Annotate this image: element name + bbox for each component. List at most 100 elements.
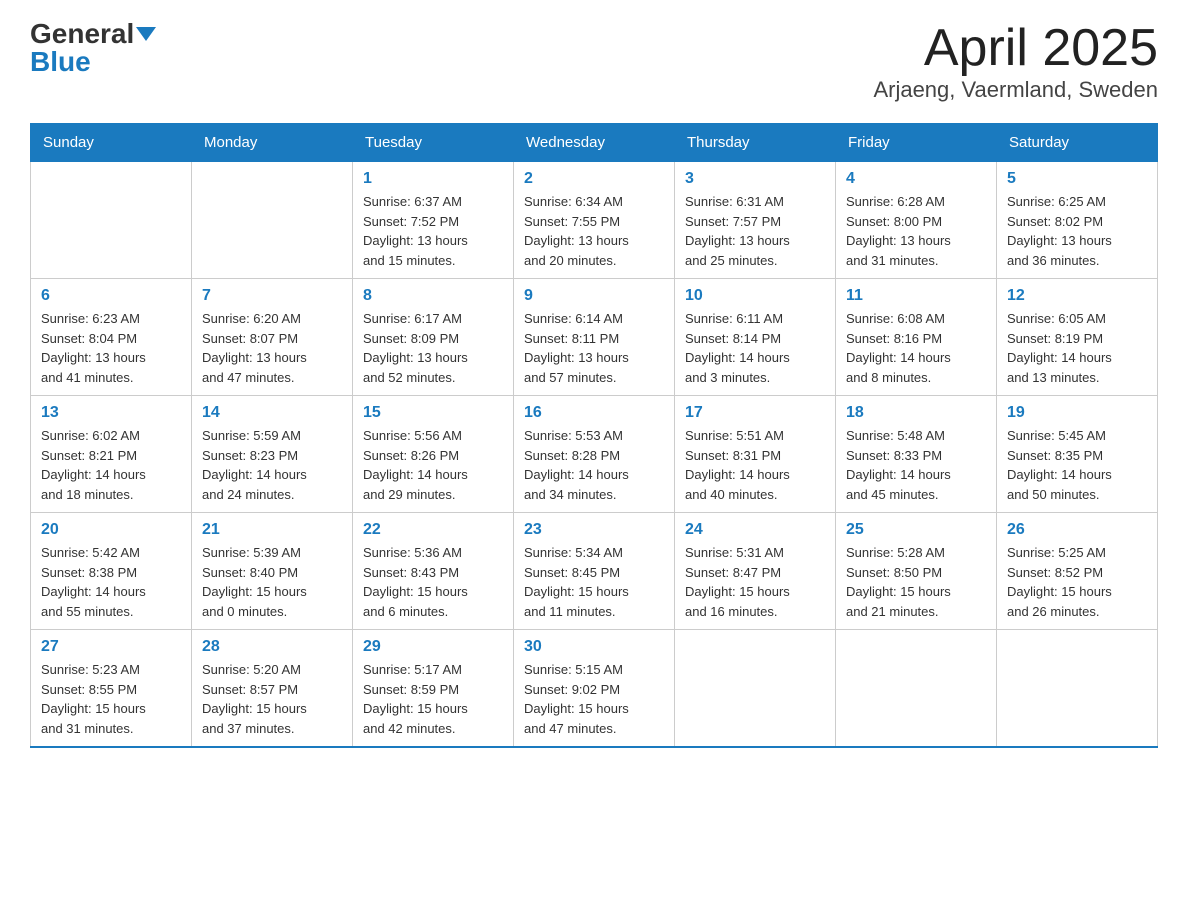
calendar-cell: 9Sunrise: 6:14 AMSunset: 8:11 PMDaylight…	[514, 279, 675, 396]
day-number: 13	[41, 404, 181, 422]
calendar-cell: 27Sunrise: 5:23 AMSunset: 8:55 PMDayligh…	[31, 630, 192, 748]
calendar-cell: 24 Sunrise: 5:31 AMSunset: 8:47 PMDayligh…	[675, 513, 836, 630]
calendar-title: April 2025	[873, 20, 1158, 77]
day-number: 3	[685, 170, 825, 188]
calendar-cell: 17 Sunrise: 5:51 AMSunset: 8:31 PMDayligh…	[675, 396, 836, 513]
calendar-cell: 26 Sunrise: 5:25 AMSunset: 8:52 PMDayligh…	[997, 513, 1158, 630]
calendar-cell: 15Sunrise: 5:56 AMSunset: 8:26 PMDayligh…	[353, 396, 514, 513]
calendar-body: 1Sunrise: 6:37 AMSunset: 7:52 PMDaylight…	[31, 162, 1158, 748]
day-number: 2	[524, 170, 664, 188]
day-number: 16	[524, 404, 664, 422]
weekday-header-row: SundayMondayTuesdayWednesdayThursdayFrid…	[31, 124, 1158, 162]
calendar-cell: 13Sunrise: 6:02 AMSunset: 8:21 PMDayligh…	[31, 396, 192, 513]
day-info: Sunrise: 6:20 AMSunset: 8:07 PMDaylight:…	[202, 309, 342, 387]
day-number: 26	[1007, 521, 1147, 539]
day-info: Sunrise: 5:42 AMSunset: 8:38 PMDaylight:…	[41, 543, 181, 621]
day-info: Sunrise: 5:51 AMSunset: 8:31 PMDaylight:…	[685, 426, 825, 504]
day-number: 18	[846, 404, 986, 422]
day-number: 25	[846, 521, 986, 539]
day-number: 1	[363, 170, 503, 188]
day-info: Sunrise: 5:28 AMSunset: 8:50 PMDaylight:…	[846, 543, 986, 621]
calendar-cell	[675, 630, 836, 748]
calendar-cell: 12 Sunrise: 6:05 AMSunset: 8:19 PMDayligh…	[997, 279, 1158, 396]
day-number: 28	[202, 638, 342, 656]
calendar-cell: 18 Sunrise: 5:48 AMSunset: 8:33 PMDayligh…	[836, 396, 997, 513]
calendar-cell: 22Sunrise: 5:36 AMSunset: 8:43 PMDayligh…	[353, 513, 514, 630]
day-info: Sunrise: 5:15 AMSunset: 9:02 PMDaylight:…	[524, 660, 664, 738]
day-number: 7	[202, 287, 342, 305]
calendar-cell: 3 Sunrise: 6:31 AMSunset: 7:57 PMDaylight…	[675, 162, 836, 279]
day-number: 15	[363, 404, 503, 422]
calendar-cell: 23 Sunrise: 5:34 AMSunset: 8:45 PMDayligh…	[514, 513, 675, 630]
day-number: 19	[1007, 404, 1147, 422]
day-number: 29	[363, 638, 503, 656]
day-info: Sunrise: 5:48 AMSunset: 8:33 PMDaylight:…	[846, 426, 986, 504]
calendar-cell: 20 Sunrise: 5:42 AMSunset: 8:38 PMDayligh…	[31, 513, 192, 630]
day-info: Sunrise: 5:59 AMSunset: 8:23 PMDaylight:…	[202, 426, 342, 504]
day-number: 12	[1007, 287, 1147, 305]
calendar-cell	[836, 630, 997, 748]
page-header: General Blue April 2025 Arjaeng, Vaermla…	[30, 20, 1158, 103]
day-number: 9	[524, 287, 664, 305]
day-info: Sunrise: 6:23 AMSunset: 8:04 PMDaylight:…	[41, 309, 181, 387]
calendar-cell: 8 Sunrise: 6:17 AMSunset: 8:09 PMDaylight…	[353, 279, 514, 396]
day-info: Sunrise: 5:53 AMSunset: 8:28 PMDaylight:…	[524, 426, 664, 504]
day-info: Sunrise: 6:17 AMSunset: 8:09 PMDaylight:…	[363, 309, 503, 387]
day-info: Sunrise: 5:45 AMSunset: 8:35 PMDaylight:…	[1007, 426, 1147, 504]
day-number: 27	[41, 638, 181, 656]
title-block: April 2025 Arjaeng, Vaermland, Sweden	[873, 20, 1158, 103]
day-number: 17	[685, 404, 825, 422]
day-number: 24	[685, 521, 825, 539]
logo: General Blue	[30, 20, 156, 76]
calendar-week-row: 6 Sunrise: 6:23 AMSunset: 8:04 PMDaylight…	[31, 279, 1158, 396]
calendar-cell	[997, 630, 1158, 748]
day-number: 30	[524, 638, 664, 656]
day-number: 10	[685, 287, 825, 305]
day-info: Sunrise: 6:05 AMSunset: 8:19 PMDaylight:…	[1007, 309, 1147, 387]
calendar-table: SundayMondayTuesdayWednesdayThursdayFrid…	[30, 123, 1158, 748]
day-number: 11	[846, 287, 986, 305]
calendar-cell: 10 Sunrise: 6:11 AMSunset: 8:14 PMDayligh…	[675, 279, 836, 396]
day-info: Sunrise: 6:34 AMSunset: 7:55 PMDaylight:…	[524, 192, 664, 270]
day-info: Sunrise: 5:34 AMSunset: 8:45 PMDaylight:…	[524, 543, 664, 621]
weekday-header-tuesday: Tuesday	[353, 124, 514, 162]
calendar-cell: 28 Sunrise: 5:20 AMSunset: 8:57 PMDayligh…	[192, 630, 353, 748]
day-number: 14	[202, 404, 342, 422]
day-info: Sunrise: 5:25 AMSunset: 8:52 PMDaylight:…	[1007, 543, 1147, 621]
logo-triangle-icon	[136, 27, 156, 41]
day-number: 8	[363, 287, 503, 305]
calendar-cell: 29 Sunrise: 5:17 AMSunset: 8:59 PMDayligh…	[353, 630, 514, 748]
day-number: 20	[41, 521, 181, 539]
day-number: 23	[524, 521, 664, 539]
day-info: Sunrise: 6:28 AMSunset: 8:00 PMDaylight:…	[846, 192, 986, 270]
day-info: Sunrise: 6:11 AMSunset: 8:14 PMDaylight:…	[685, 309, 825, 387]
day-info: Sunrise: 5:17 AMSunset: 8:59 PMDaylight:…	[363, 660, 503, 738]
calendar-week-row: 20 Sunrise: 5:42 AMSunset: 8:38 PMDayligh…	[31, 513, 1158, 630]
calendar-cell: 4Sunrise: 6:28 AMSunset: 8:00 PMDaylight…	[836, 162, 997, 279]
day-number: 6	[41, 287, 181, 305]
weekday-header-wednesday: Wednesday	[514, 124, 675, 162]
day-number: 5	[1007, 170, 1147, 188]
day-number: 21	[202, 521, 342, 539]
calendar-header: SundayMondayTuesdayWednesdayThursdayFrid…	[31, 124, 1158, 162]
day-info: Sunrise: 6:31 AMSunset: 7:57 PMDaylight:…	[685, 192, 825, 270]
calendar-cell: 14 Sunrise: 5:59 AMSunset: 8:23 PMDayligh…	[192, 396, 353, 513]
calendar-cell: 1Sunrise: 6:37 AMSunset: 7:52 PMDaylight…	[353, 162, 514, 279]
weekday-header-thursday: Thursday	[675, 124, 836, 162]
weekday-header-friday: Friday	[836, 124, 997, 162]
day-info: Sunrise: 5:20 AMSunset: 8:57 PMDaylight:…	[202, 660, 342, 738]
calendar-week-row: 27Sunrise: 5:23 AMSunset: 8:55 PMDayligh…	[31, 630, 1158, 748]
logo-blue-text: Blue	[30, 48, 91, 76]
logo-general-text: General	[30, 20, 134, 48]
calendar-cell: 21 Sunrise: 5:39 AMSunset: 8:40 PMDayligh…	[192, 513, 353, 630]
calendar-cell	[31, 162, 192, 279]
calendar-week-row: 13Sunrise: 6:02 AMSunset: 8:21 PMDayligh…	[31, 396, 1158, 513]
weekday-header-saturday: Saturday	[997, 124, 1158, 162]
day-info: Sunrise: 6:08 AMSunset: 8:16 PMDaylight:…	[846, 309, 986, 387]
day-info: Sunrise: 5:31 AMSunset: 8:47 PMDaylight:…	[685, 543, 825, 621]
calendar-cell: 2 Sunrise: 6:34 AMSunset: 7:55 PMDaylight…	[514, 162, 675, 279]
weekday-header-monday: Monday	[192, 124, 353, 162]
day-info: Sunrise: 5:39 AMSunset: 8:40 PMDaylight:…	[202, 543, 342, 621]
calendar-cell: 5Sunrise: 6:25 AMSunset: 8:02 PMDaylight…	[997, 162, 1158, 279]
calendar-cell: 25 Sunrise: 5:28 AMSunset: 8:50 PMDayligh…	[836, 513, 997, 630]
